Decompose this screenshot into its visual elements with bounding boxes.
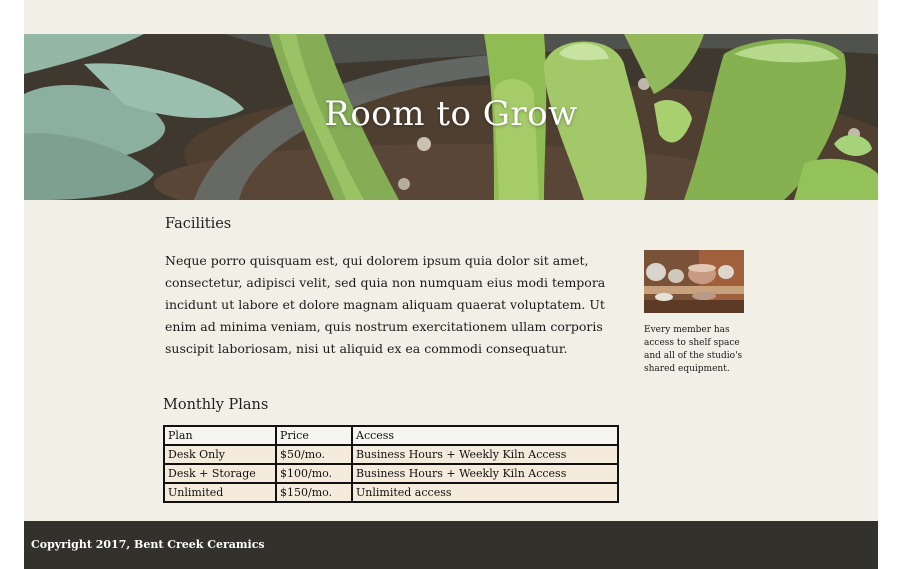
hero-banner: Room to Grow — [24, 34, 878, 200]
table-row: Desk Only $50/mo. Business Hours + Weekl… — [163, 444, 619, 465]
plan-cell: Unlimited — [163, 482, 277, 503]
monthly-plans-heading: Monthly Plans — [163, 397, 269, 413]
table-row: Desk + Storage $100/mo. Business Hours +… — [163, 463, 619, 484]
facilities-heading: Facilities — [165, 216, 232, 232]
price-cell: $50/mo. — [275, 444, 353, 465]
access-cell: Business Hours + Weekly Kiln Access — [351, 463, 619, 484]
studio-pottery-image — [644, 250, 744, 313]
plan-cell: Desk + Storage — [163, 463, 277, 484]
facilities-paragraph: Neque porro quisquam est, qui dolorem ip… — [165, 253, 606, 356]
table-header-cell: Access — [351, 425, 619, 446]
page-container: Room to Grow Facilities Neque porro quis… — [24, 0, 878, 569]
studio-image-caption: Every member has access to shelf space a… — [644, 325, 743, 374]
access-cell: Business Hours + Weekly Kiln Access — [351, 444, 619, 465]
table-header-cell: Price — [275, 425, 353, 446]
price-cell: $100/mo. — [275, 463, 353, 484]
page-footer: Copyright 2017, Bent Creek Ceramics — [24, 521, 878, 569]
plan-cell: Desk Only — [163, 444, 277, 465]
hero-title: Room to Grow — [324, 94, 578, 134]
table-header-row: Plan Price Access — [163, 425, 619, 446]
table-header-cell: Plan — [163, 425, 277, 446]
monthly-plans-table: Plan Price Access Desk Only $50/mo. Busi… — [163, 425, 619, 503]
price-cell: $150/mo. — [275, 482, 353, 503]
table-row: Unlimited $150/mo. Unlimited access — [163, 482, 619, 503]
copyright-text: Copyright 2017, Bent Creek Ceramics — [31, 538, 265, 551]
access-cell: Unlimited access — [351, 482, 619, 503]
